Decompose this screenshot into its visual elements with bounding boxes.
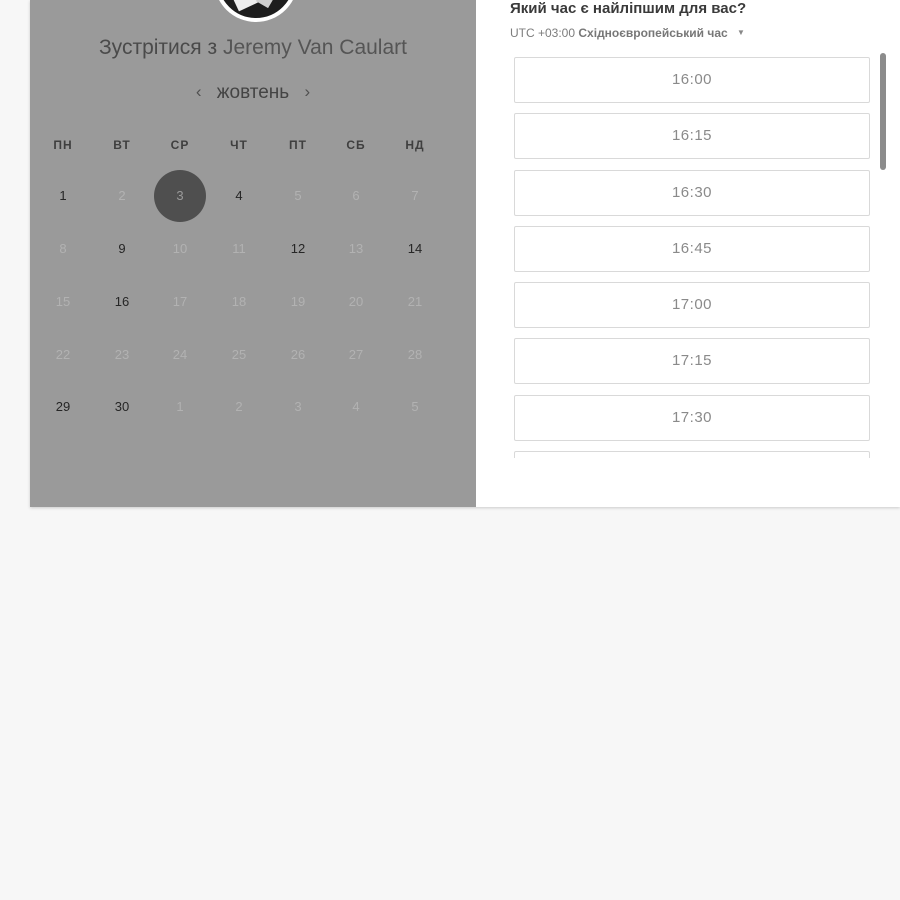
calendar-day[interactable]: 16	[96, 276, 148, 328]
host-name: Jeremy Van Caulart	[222, 36, 407, 59]
avatar	[214, 0, 298, 22]
chevron-right-icon[interactable]: ›	[294, 82, 320, 102]
caret-down-icon: ▼	[737, 28, 745, 37]
calendar-day: 11	[232, 241, 246, 256]
calendar-day: 2	[235, 399, 243, 414]
calendar-day[interactable]: 29	[37, 381, 89, 433]
time-question: Який час є найліпшим для вас?	[510, 0, 747, 17]
calendar-day: 2	[118, 188, 126, 203]
weekday-label: ПТ	[289, 138, 307, 152]
calendar-day[interactable]: 4	[213, 170, 265, 222]
scheduler-card: Зустрітися з Jeremy Van Caulart ‹ жовтен…	[30, 0, 900, 507]
weekday-label: ПН	[53, 138, 73, 152]
time-slot-button[interactable]: 17:00	[514, 282, 870, 329]
calendar-day[interactable]: 14	[389, 223, 441, 275]
avatar-highlight-2	[255, 0, 279, 9]
calendar-day: 5	[294, 188, 302, 203]
calendar-day[interactable]: 1	[37, 170, 89, 222]
calendar-day[interactable]: 9	[96, 223, 148, 275]
calendar-day: 8	[59, 241, 67, 256]
time-slot-button[interactable]: 17:15	[514, 338, 870, 385]
calendar-day: 18	[231, 294, 247, 309]
calendar-day: 10	[172, 241, 188, 256]
time-slot-button[interactable]: 16:00	[514, 57, 870, 103]
calendar-day: 20	[348, 294, 364, 309]
calendar-day: 27	[348, 347, 364, 362]
calendar-day: 6	[352, 188, 360, 203]
time-panel: Який час є найліпшим для вас? UTC +03:00…	[476, 0, 900, 507]
weekday-label: СБ	[346, 138, 366, 152]
time-slot-button[interactable]	[514, 451, 870, 458]
title-prefix: Зустрітися з	[99, 36, 218, 59]
scrollbar-thumb[interactable]	[880, 53, 886, 170]
calendar-day: 1	[176, 399, 184, 414]
weekday-label: ЧТ	[230, 138, 248, 152]
timezone-name: Східноєвропейський час	[578, 26, 728, 40]
calendar-day: 13	[348, 241, 364, 256]
time-slot-button[interactable]: 16:30	[514, 169, 870, 216]
timezone-selector[interactable]: UTC +03:00 Східноєвропейський час ▼	[510, 26, 745, 40]
calendar-day: 4	[352, 399, 360, 414]
avatar-highlight	[227, 0, 259, 12]
calendar-day: 25	[231, 347, 247, 362]
calendar-day: 21	[407, 294, 423, 309]
calendar-day: 23	[114, 347, 130, 362]
calendar-day[interactable]: 30	[96, 381, 148, 433]
calendar-day: 5	[411, 399, 419, 414]
weekday-label: ВТ	[113, 138, 131, 152]
calendar-day: 15	[55, 294, 71, 309]
selected-day[interactable]: 3	[154, 170, 206, 222]
time-slot-list[interactable]: 16:00 16:15 16:30 16:45 17:00 17:15 17:30	[514, 57, 884, 458]
calendar-day: 19	[290, 294, 306, 309]
calendar-day[interactable]: 12	[272, 223, 324, 275]
calendar-day: 17	[172, 294, 188, 309]
time-slot-button[interactable]: 16:45	[514, 225, 870, 272]
calendar-day: 7	[411, 188, 419, 203]
time-slot-button[interactable]: 16:15	[514, 113, 870, 160]
chevron-left-icon[interactable]: ‹	[186, 82, 212, 102]
calendar-day: 22	[55, 347, 71, 362]
day-grid: 1 2 3 4 5 6 7 8 9 10 11 12 13 14 15 16 17 18 19 20 21 22 23 24 2…	[30, 170, 476, 440]
month-navigator: ‹ жовтень ›	[30, 82, 476, 106]
calendar-day: 3	[294, 399, 302, 414]
weekday-label: НД	[405, 138, 425, 152]
timezone-offset: UTC +03:00	[510, 26, 576, 40]
calendar-day: 28	[407, 347, 423, 362]
calendar-day: 26	[290, 347, 306, 362]
month-label: жовтень	[216, 82, 290, 103]
weekday-label: СР	[170, 138, 190, 152]
page-title: Зустрітися з Jeremy Van Caulart	[30, 36, 476, 60]
calendar-panel: Зустрітися з Jeremy Van Caulart ‹ жовтен…	[30, 0, 476, 507]
weekday-header: ПН ВТ СР ЧТ ПТ СБ НД	[30, 138, 476, 154]
calendar-day: 24	[172, 347, 188, 362]
time-slot-button[interactable]: 17:30	[514, 394, 870, 441]
